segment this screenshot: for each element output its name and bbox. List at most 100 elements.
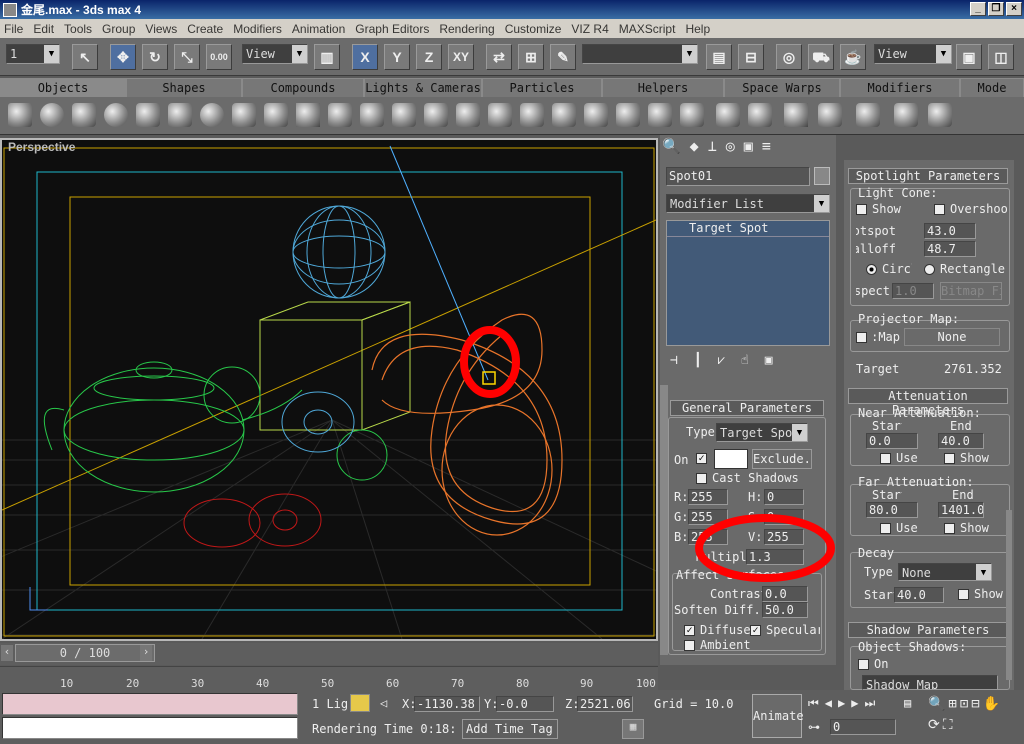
cast-shadows-checkbox[interactable] <box>696 473 707 484</box>
tab-particles[interactable]: Particles <box>482 78 602 97</box>
menu-group[interactable]: Group <box>102 22 135 36</box>
minimize-button[interactable]: _ <box>970 2 986 16</box>
far-use-checkbox[interactable] <box>880 523 891 534</box>
tube-icon[interactable] <box>232 103 256 127</box>
menu-graph-editors[interactable]: Graph Editors <box>355 22 429 36</box>
modifier-list-dropdown[interactable]: Modifier List ▼ <box>666 194 830 213</box>
restrict-xy-button[interactable]: XY <box>448 44 474 70</box>
near-show-checkbox[interactable] <box>944 453 955 464</box>
oil-tank-icon[interactable] <box>424 103 448 127</box>
chamfer-cylinder-icon[interactable] <box>392 103 416 127</box>
scale-icon[interactable]: ⤡ <box>174 44 200 70</box>
tab-objects[interactable]: Objects <box>0 78 126 97</box>
far-show-checkbox[interactable] <box>944 523 955 534</box>
object-name-field[interactable]: Spot01 <box>666 167 810 186</box>
soften-diffuse-field[interactable]: 50.0 <box>762 602 808 618</box>
rectangle-radio[interactable] <box>924 264 935 275</box>
viewport-label[interactable]: Perspective <box>8 140 75 154</box>
y-coordinate-field[interactable]: -0.0 <box>496 696 554 712</box>
lock-selection-icon[interactable] <box>350 694 370 712</box>
time-slider[interactable]: 0 / 100 <box>15 644 155 662</box>
restrict-x-button[interactable]: X <box>352 44 378 70</box>
x-coordinate-field[interactable]: -1130.38 <box>414 696 480 712</box>
reference-coordinate-dropdown[interactable]: View ▼ <box>242 44 308 64</box>
track-bar[interactable]: 10 20 30 40 50 60 70 80 90 100 <box>0 666 658 690</box>
ambient-checkbox[interactable] <box>684 640 695 651</box>
projector-map-checkbox[interactable] <box>856 332 867 343</box>
menu-tools[interactable]: Tools <box>64 22 92 36</box>
render-scene-icon[interactable]: ⛟ <box>808 44 834 70</box>
shadow-on-checkbox[interactable] <box>858 659 869 670</box>
menu-file[interactable]: File <box>4 22 23 36</box>
near-use-checkbox[interactable] <box>880 453 891 464</box>
menu-edit[interactable]: Edit <box>33 22 54 36</box>
menu-help[interactable]: Help <box>685 22 710 36</box>
spotlight-object[interactable] <box>482 371 496 385</box>
menu-rendering[interactable]: Rendering <box>439 22 494 36</box>
transform-type-icon[interactable]: ◁ <box>380 696 387 710</box>
l-ext-icon[interactable] <box>616 103 640 127</box>
modifier-icon[interactable] <box>928 103 952 127</box>
tab-lights-cameras[interactable]: Lights & Cameras <box>364 78 482 97</box>
falloff-field[interactable]: 48.7 <box>924 241 976 257</box>
quick-render-icon[interactable]: ☕ <box>840 44 866 70</box>
rotate-icon[interactable]: ↻ <box>142 44 168 70</box>
sphere-icon[interactable] <box>40 103 64 127</box>
menu-animation[interactable]: Animation <box>292 22 345 36</box>
spot-light-icon[interactable] <box>748 103 772 127</box>
c-ext-icon[interactable] <box>648 103 672 127</box>
near-end-field[interactable]: 40.0 <box>938 433 984 449</box>
align-icon[interactable]: ⊞ <box>518 44 544 70</box>
attenuation-parameters-header[interactable]: Attenuation Parameters <box>848 388 1008 417</box>
hue-field[interactable]: 0 <box>764 489 804 505</box>
red-field[interactable]: 255 <box>688 489 728 505</box>
overshoot-checkbox[interactable] <box>934 204 945 215</box>
viewport-scene[interactable] <box>2 140 656 639</box>
menu-modifiers[interactable]: Modifiers <box>233 22 282 36</box>
modifier-stack[interactable]: Target Spot <box>666 220 830 346</box>
shadow-type-dropdown[interactable]: Shadow Map <box>862 675 998 690</box>
maxscript-listener-pink[interactable] <box>2 693 298 715</box>
selection-filter-dropdown[interactable]: 1 ▼ <box>6 44 60 64</box>
tab-shapes[interactable]: Shapes <box>126 78 242 97</box>
render-type-dropdown[interactable]: View ▼ <box>874 44 952 64</box>
menu-viz[interactable]: VIZ R4 <box>571 22 608 36</box>
angle-snap-icon[interactable]: 0.00 <box>206 44 232 70</box>
maxscript-listener-white[interactable] <box>2 717 298 739</box>
camera-icon[interactable] <box>784 103 808 127</box>
show-cone-checkbox[interactable] <box>856 204 867 215</box>
diffuse-checkbox[interactable]: ✓ <box>684 625 695 636</box>
spindle-icon[interactable] <box>456 103 480 127</box>
rollout-scrollbar[interactable] <box>1006 510 1012 680</box>
viewport-navigation-icons[interactable]: 🔍⊞⊡⊟✋⟳⛶ <box>928 694 1020 738</box>
tab-compounds[interactable]: Compounds <box>242 78 364 97</box>
render-last-icon[interactable]: ▣ <box>956 44 982 70</box>
time-config-icon[interactable]: ▤ <box>904 696 922 736</box>
stack-tools[interactable]: ⊣┃⩗☝▣ <box>670 353 830 371</box>
light-type-dropdown[interactable]: Target Spot ▼ <box>716 423 808 442</box>
tab-modifiers[interactable]: Modifiers <box>840 78 960 97</box>
bones-icon[interactable] <box>856 103 880 127</box>
material-editor-icon[interactable]: ◎ <box>776 44 802 70</box>
track-view-icon[interactable]: ▤ <box>706 44 732 70</box>
tab-modeling[interactable]: Mode <box>960 78 1024 97</box>
bitmap-fit-button[interactable]: Bitmap Fit... <box>940 282 1002 300</box>
time-prev-icon[interactable]: ‹ <box>1 645 13 661</box>
time-next-icon[interactable]: › <box>140 645 152 661</box>
menu-views[interactable]: Views <box>145 22 177 36</box>
restrict-y-button[interactable]: Y <box>384 44 410 70</box>
hose-icon[interactable] <box>680 103 704 127</box>
decay-start-field[interactable]: 40.0 <box>894 587 944 603</box>
decay-type-dropdown[interactable]: None ▼ <box>898 563 992 581</box>
named-selection-icon[interactable]: ✎ <box>550 44 576 70</box>
menu-maxscript[interactable]: MAXScript <box>619 22 676 36</box>
perspective-viewport[interactable]: Perspective <box>0 138 658 641</box>
ringwave-icon[interactable] <box>552 103 576 127</box>
on-checkbox[interactable]: ✓ <box>696 453 707 464</box>
menu-create[interactable]: Create <box>187 22 223 36</box>
chamfer-box-icon[interactable] <box>360 103 384 127</box>
move-icon[interactable]: ✥ <box>110 44 136 70</box>
aspect-field[interactable]: 1.0 <box>892 283 934 299</box>
geosphere-icon[interactable] <box>200 103 224 127</box>
command-panel-tabs[interactable]: 🔍◆⊥◎▣≡ <box>662 137 832 161</box>
